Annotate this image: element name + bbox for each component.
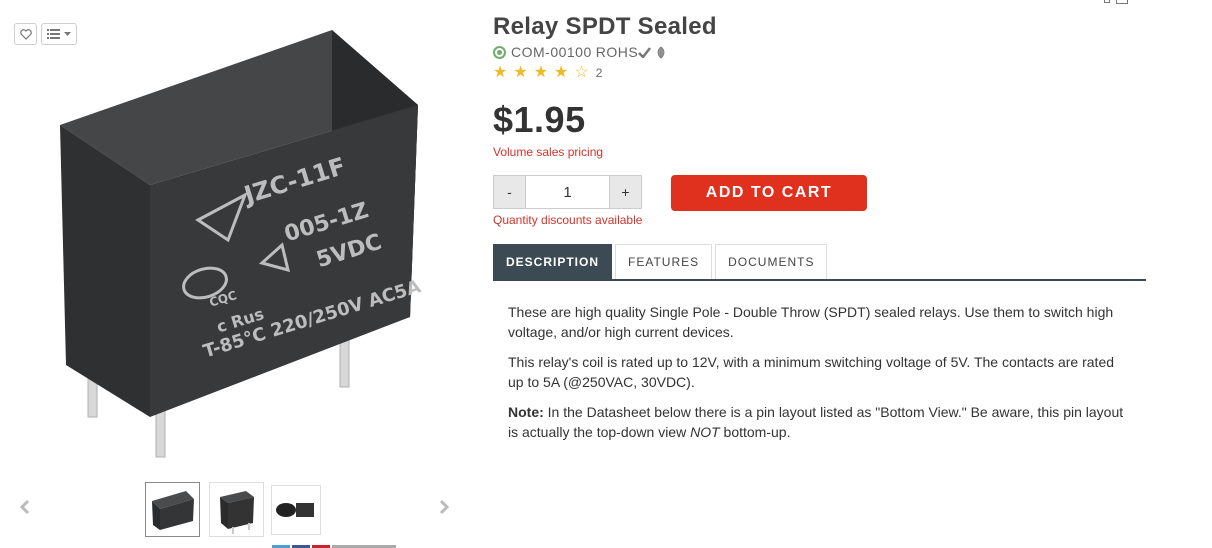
star-full-icon: ★ xyxy=(493,64,508,81)
quantity-input[interactable] xyxy=(525,176,610,208)
description-note: Note: In the Datasheet below there is a … xyxy=(508,402,1133,442)
sku-row: COM-00100 ROHS xyxy=(493,44,666,60)
in-stock-icon xyxy=(493,45,506,59)
description-panel: These are high quality Single Pole - Dou… xyxy=(508,302,1133,452)
price: $1.95 xyxy=(493,99,586,140)
chevron-left-icon xyxy=(20,499,30,515)
thumbnail-relay-bottom xyxy=(276,503,314,517)
leaf-icon xyxy=(657,45,665,59)
prev-image-arrow[interactable] xyxy=(16,496,34,518)
thumbnail-3[interactable] xyxy=(271,485,321,535)
note-text-after: bottom-up. xyxy=(719,424,791,440)
volume-pricing-link[interactable]: Volume sales pricing xyxy=(493,145,603,159)
chevron-right-icon xyxy=(439,499,449,515)
check-icon xyxy=(638,46,652,58)
next-image-arrow[interactable] xyxy=(435,496,453,518)
corner-icon-2 xyxy=(1116,0,1128,4)
note-emphasis: NOT xyxy=(690,424,720,440)
heart-icon xyxy=(19,28,32,40)
description-paragraph-2: This relay's coil is rated up to 12V, wi… xyxy=(508,354,1115,390)
quantity-decrement-button[interactable]: - xyxy=(494,176,525,208)
thumbnail-relay-front xyxy=(152,491,194,530)
note-text-before: In the Datasheet below there is a pin la… xyxy=(508,404,1124,440)
star-empty-icon: ☆ xyxy=(574,64,589,81)
rating-stars[interactable]: ★ ★ ★ ★ ☆ 2 xyxy=(493,65,602,81)
product-title: Relay SPDT Sealed xyxy=(493,13,717,40)
star-full-icon: ★ xyxy=(554,64,569,81)
product-tabs: DESCRIPTION FEATURES DOCUMENTS xyxy=(493,244,828,279)
rohs-text: ROHS xyxy=(595,44,639,60)
tab-description[interactable]: DESCRIPTION xyxy=(493,244,613,279)
quantity-discounts-link[interactable]: Quantity discounts available xyxy=(493,213,642,227)
wishlist-button[interactable] xyxy=(14,23,37,45)
tab-underline xyxy=(493,279,1146,281)
star-full-icon: ★ xyxy=(513,64,528,81)
tab-features[interactable]: FEATURES xyxy=(615,244,713,279)
thumbnail-relay-side xyxy=(220,491,254,534)
sku-text: COM-00100 xyxy=(511,44,592,60)
add-to-cart-button[interactable]: ADD TO CART xyxy=(671,175,867,211)
top-corner-icons xyxy=(1104,0,1128,6)
tab-documents[interactable]: DOCUMENTS xyxy=(715,244,828,279)
review-count[interactable]: 2 xyxy=(596,66,603,80)
thumbnail-1[interactable] xyxy=(145,482,200,537)
description-paragraph-1: These are high quality Single Pole - Dou… xyxy=(508,304,1114,340)
product-image: JZC-11F 005-1Z 5VDC T-85°C 220/250V AC5A… xyxy=(60,30,423,458)
corner-icon-1 xyxy=(1104,0,1110,3)
quantity-increment-button[interactable]: + xyxy=(610,176,641,208)
thumbnail-2[interactable] xyxy=(209,482,264,537)
note-label: Note: xyxy=(508,404,544,420)
quantity-stepper: - + xyxy=(493,175,642,209)
star-full-icon: ★ xyxy=(533,64,549,81)
